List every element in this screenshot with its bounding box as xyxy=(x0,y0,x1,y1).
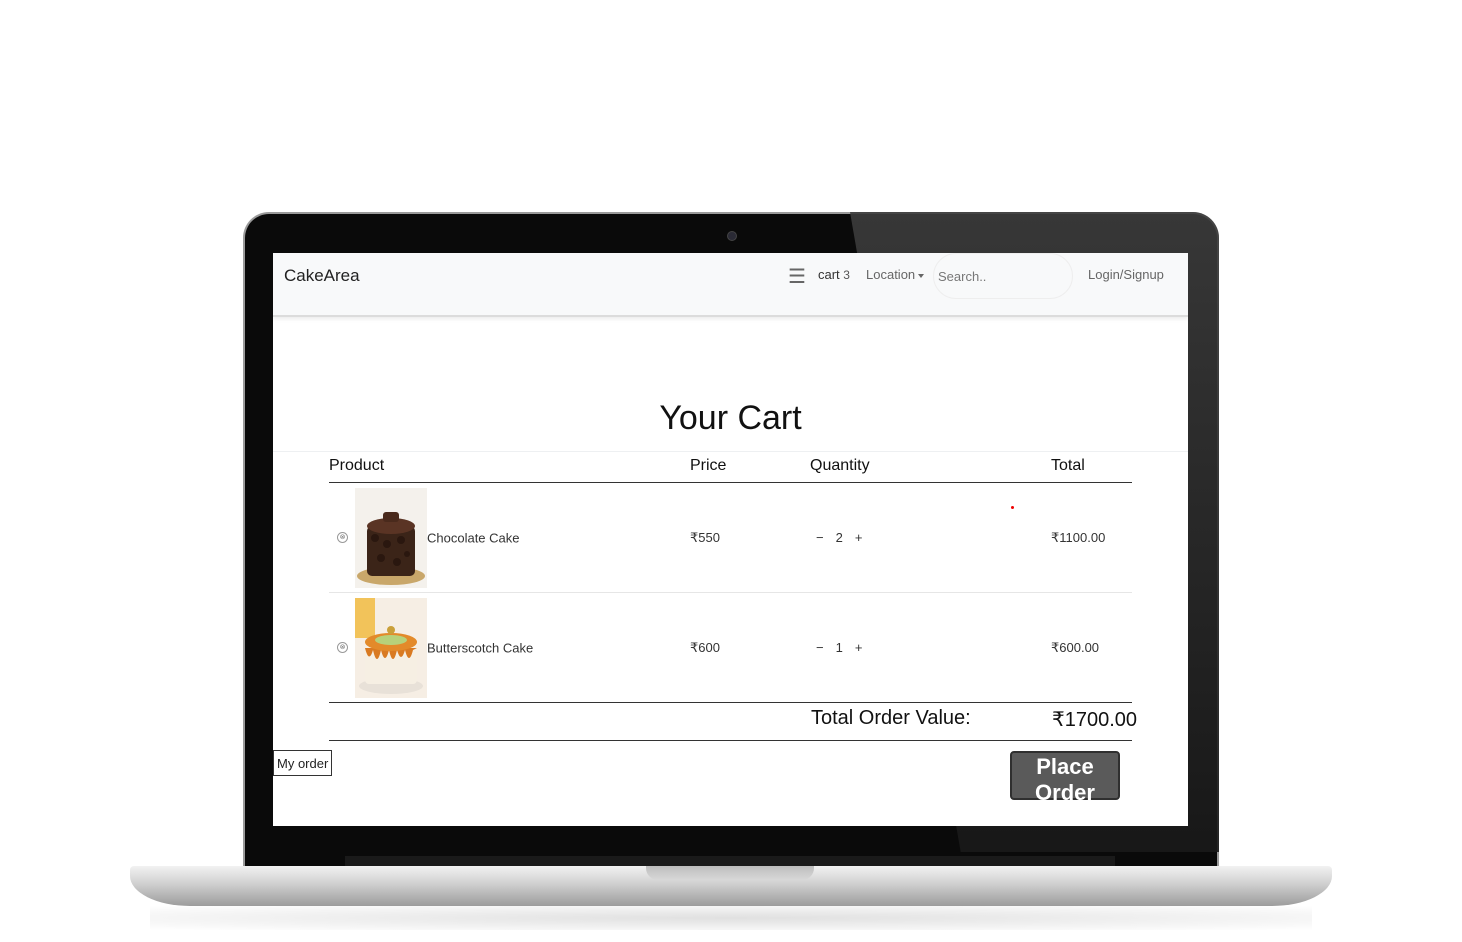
laptop-shadow xyxy=(150,906,1312,930)
quantity-value: 2 xyxy=(835,530,843,545)
line-total: ₹600.00 xyxy=(1051,592,1132,703)
cart-count-badge: 3 xyxy=(843,268,850,282)
navbar: CakeArea ☰ cart 3 Location Login/Signup xyxy=(273,253,1188,317)
place-order-button[interactable]: Place Order xyxy=(1010,751,1120,805)
stray-dot xyxy=(1011,506,1014,509)
header-total: Total xyxy=(1051,449,1132,483)
search-input[interactable] xyxy=(933,253,1073,299)
laptop-hinge xyxy=(345,856,1115,866)
butterscotch-cake-image xyxy=(355,597,427,698)
page-title: Your Cart xyxy=(659,399,802,437)
increment-button[interactable]: + xyxy=(855,530,863,545)
decrement-button[interactable]: − xyxy=(816,640,824,655)
total-order-value: ₹1700.00 xyxy=(1052,709,1138,731)
hamburger-menu-icon[interactable]: ☰ xyxy=(788,264,806,289)
remove-item-icon[interactable]: ⊗ xyxy=(337,642,348,653)
product-name[interactable]: Butterscotch Cake xyxy=(427,640,533,655)
my-order-button[interactable]: My order xyxy=(273,750,333,776)
brand-logo[interactable]: CakeArea xyxy=(284,266,360,286)
price-cell: ₹550 xyxy=(690,482,810,593)
line-total: ₹1100.00 xyxy=(1051,482,1132,593)
header-price: Price xyxy=(690,449,810,483)
header-product: Product xyxy=(329,449,690,483)
total-order-label: Total Order Value: xyxy=(811,707,971,729)
location-dropdown[interactable]: Location xyxy=(866,267,925,282)
price-cell: ₹600 xyxy=(690,592,810,703)
quantity-stepper: −2 + xyxy=(810,482,1051,593)
table-row: ⊗ Butterscotch Cake ₹600 −1 + ₹600.00 xyxy=(329,592,1132,703)
login-signup-link[interactable]: Login/Signup xyxy=(1088,267,1164,282)
browser-screen: CakeArea ☰ cart 3 Location Login/Signup … xyxy=(273,253,1188,826)
cart-header-row: Product Price Quantity Total xyxy=(329,449,1132,483)
product-cell: ⊗ Butterscotch Cake xyxy=(329,592,690,703)
location-label: Location xyxy=(866,267,916,282)
remove-item-icon[interactable]: ⊗ xyxy=(337,532,348,543)
product-name[interactable]: Chocolate Cake xyxy=(427,530,520,545)
quantity-stepper: −1 + xyxy=(810,592,1051,703)
cart-link[interactable]: cart 3 xyxy=(818,267,850,282)
cart-table: Product Price Quantity Total ⊗ Chocolate… xyxy=(329,449,1132,703)
header-quantity: Quantity xyxy=(810,449,1051,483)
chevron-down-icon xyxy=(918,273,925,278)
product-cell: ⊗ Chocolate Cake xyxy=(329,482,690,593)
table-row: ⊗ Chocolate Cake ₹550 −2 + ₹1100.00 xyxy=(329,482,1132,593)
chocolate-cake-image xyxy=(355,487,427,588)
increment-button[interactable]: + xyxy=(855,640,863,655)
order-summary: Total Order Value: ₹1700.00 xyxy=(329,704,1137,741)
decrement-button[interactable]: − xyxy=(816,530,824,545)
cart-label: cart xyxy=(818,267,840,282)
quantity-value: 1 xyxy=(835,640,843,655)
webcam-icon xyxy=(727,231,737,241)
laptop-notch xyxy=(646,866,814,880)
